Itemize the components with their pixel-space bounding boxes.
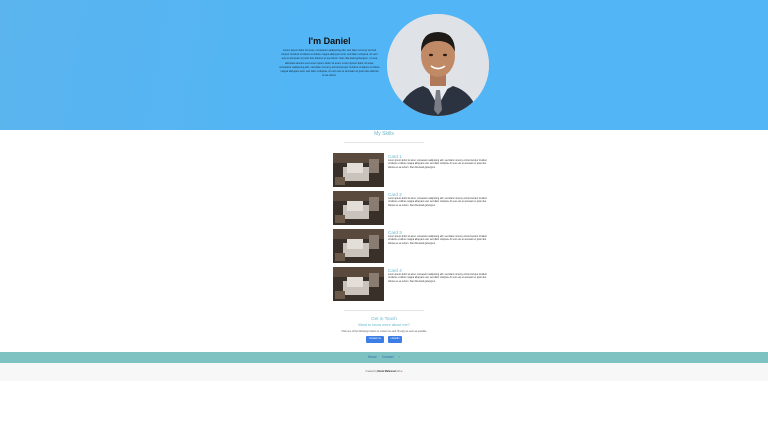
card-3-title: Card 3 — [388, 230, 402, 235]
contact-divider — [344, 310, 424, 311]
card-4-text: Lorem ipsum dolor sit amet, consetetur s… — [388, 274, 487, 283]
credit-text: Created by Daniel Mahmoud with ♥ — [0, 363, 768, 381]
footer-link-home[interactable]: Home — [368, 355, 377, 359]
skill-card-4: Card 4 Lorem ipsum dolor sit amet, conse… — [333, 267, 489, 301]
skills-title: My Skills — [374, 131, 394, 137]
credit-prefix: Created by — [365, 371, 377, 373]
contact-description: Click one of the following buttons to co… — [341, 330, 427, 333]
card-2-image — [333, 191, 384, 225]
skills-divider — [344, 142, 424, 143]
footer-links: Home Contact ↑ — [0, 352, 768, 363]
card-3-image — [333, 229, 384, 263]
back-to-top-icon[interactable]: ↑ — [398, 355, 400, 359]
card-2-text: Lorem ipsum dolor sit amet, consetetur s… — [388, 198, 487, 207]
card-2-title: Card 2 — [388, 192, 402, 197]
card-3-text: Lorem ipsum dolor sit amet, consetetur s… — [388, 236, 487, 245]
card-1-image — [333, 153, 384, 187]
hero-text-block: I'm Daniel Lorem ipsum dolor sit amet, c… — [279, 36, 380, 78]
profile-photo-image — [387, 14, 489, 116]
skill-card-3: Card 3 Lorem ipsum dolor sit amet, conse… — [333, 229, 489, 263]
heart-icon: ♥ — [401, 371, 403, 373]
contact-subtitle: Want to know more about me? — [358, 323, 410, 327]
footer-nav-bar: Home Contact ↑ — [0, 352, 768, 363]
skill-card-2: Card 2 Lorem ipsum dolor sit amet, conse… — [333, 191, 489, 225]
contact-title: Get in Touch — [371, 316, 397, 321]
card-1-text: Lorem ipsum dolor sit amet, consetetur s… — [388, 160, 487, 169]
contact-me-button[interactable]: Contact me — [366, 336, 384, 343]
card-1-title: Card 1 — [388, 154, 402, 159]
skill-card-1: Card 1 Lorem ipsum dolor sit amet, conse… — [333, 153, 489, 187]
profile-photo — [387, 14, 489, 116]
hero-bio: Lorem ipsum dolor sit amet, consetetur s… — [279, 49, 380, 78]
credit-bar: Created by Daniel Mahmoud with ♥ — [0, 363, 768, 381]
card-4-image — [333, 267, 384, 301]
footer-link-contact[interactable]: Contact — [382, 355, 394, 359]
credit-name[interactable]: Daniel Mahmoud — [377, 371, 395, 373]
linkedin-button[interactable]: LinkedIn — [388, 336, 402, 343]
hero-section — [0, 0, 768, 130]
hero-title: I'm Daniel — [308, 36, 351, 46]
credit-suffix: with — [396, 371, 401, 373]
card-4-title: Card 4 — [388, 268, 402, 273]
